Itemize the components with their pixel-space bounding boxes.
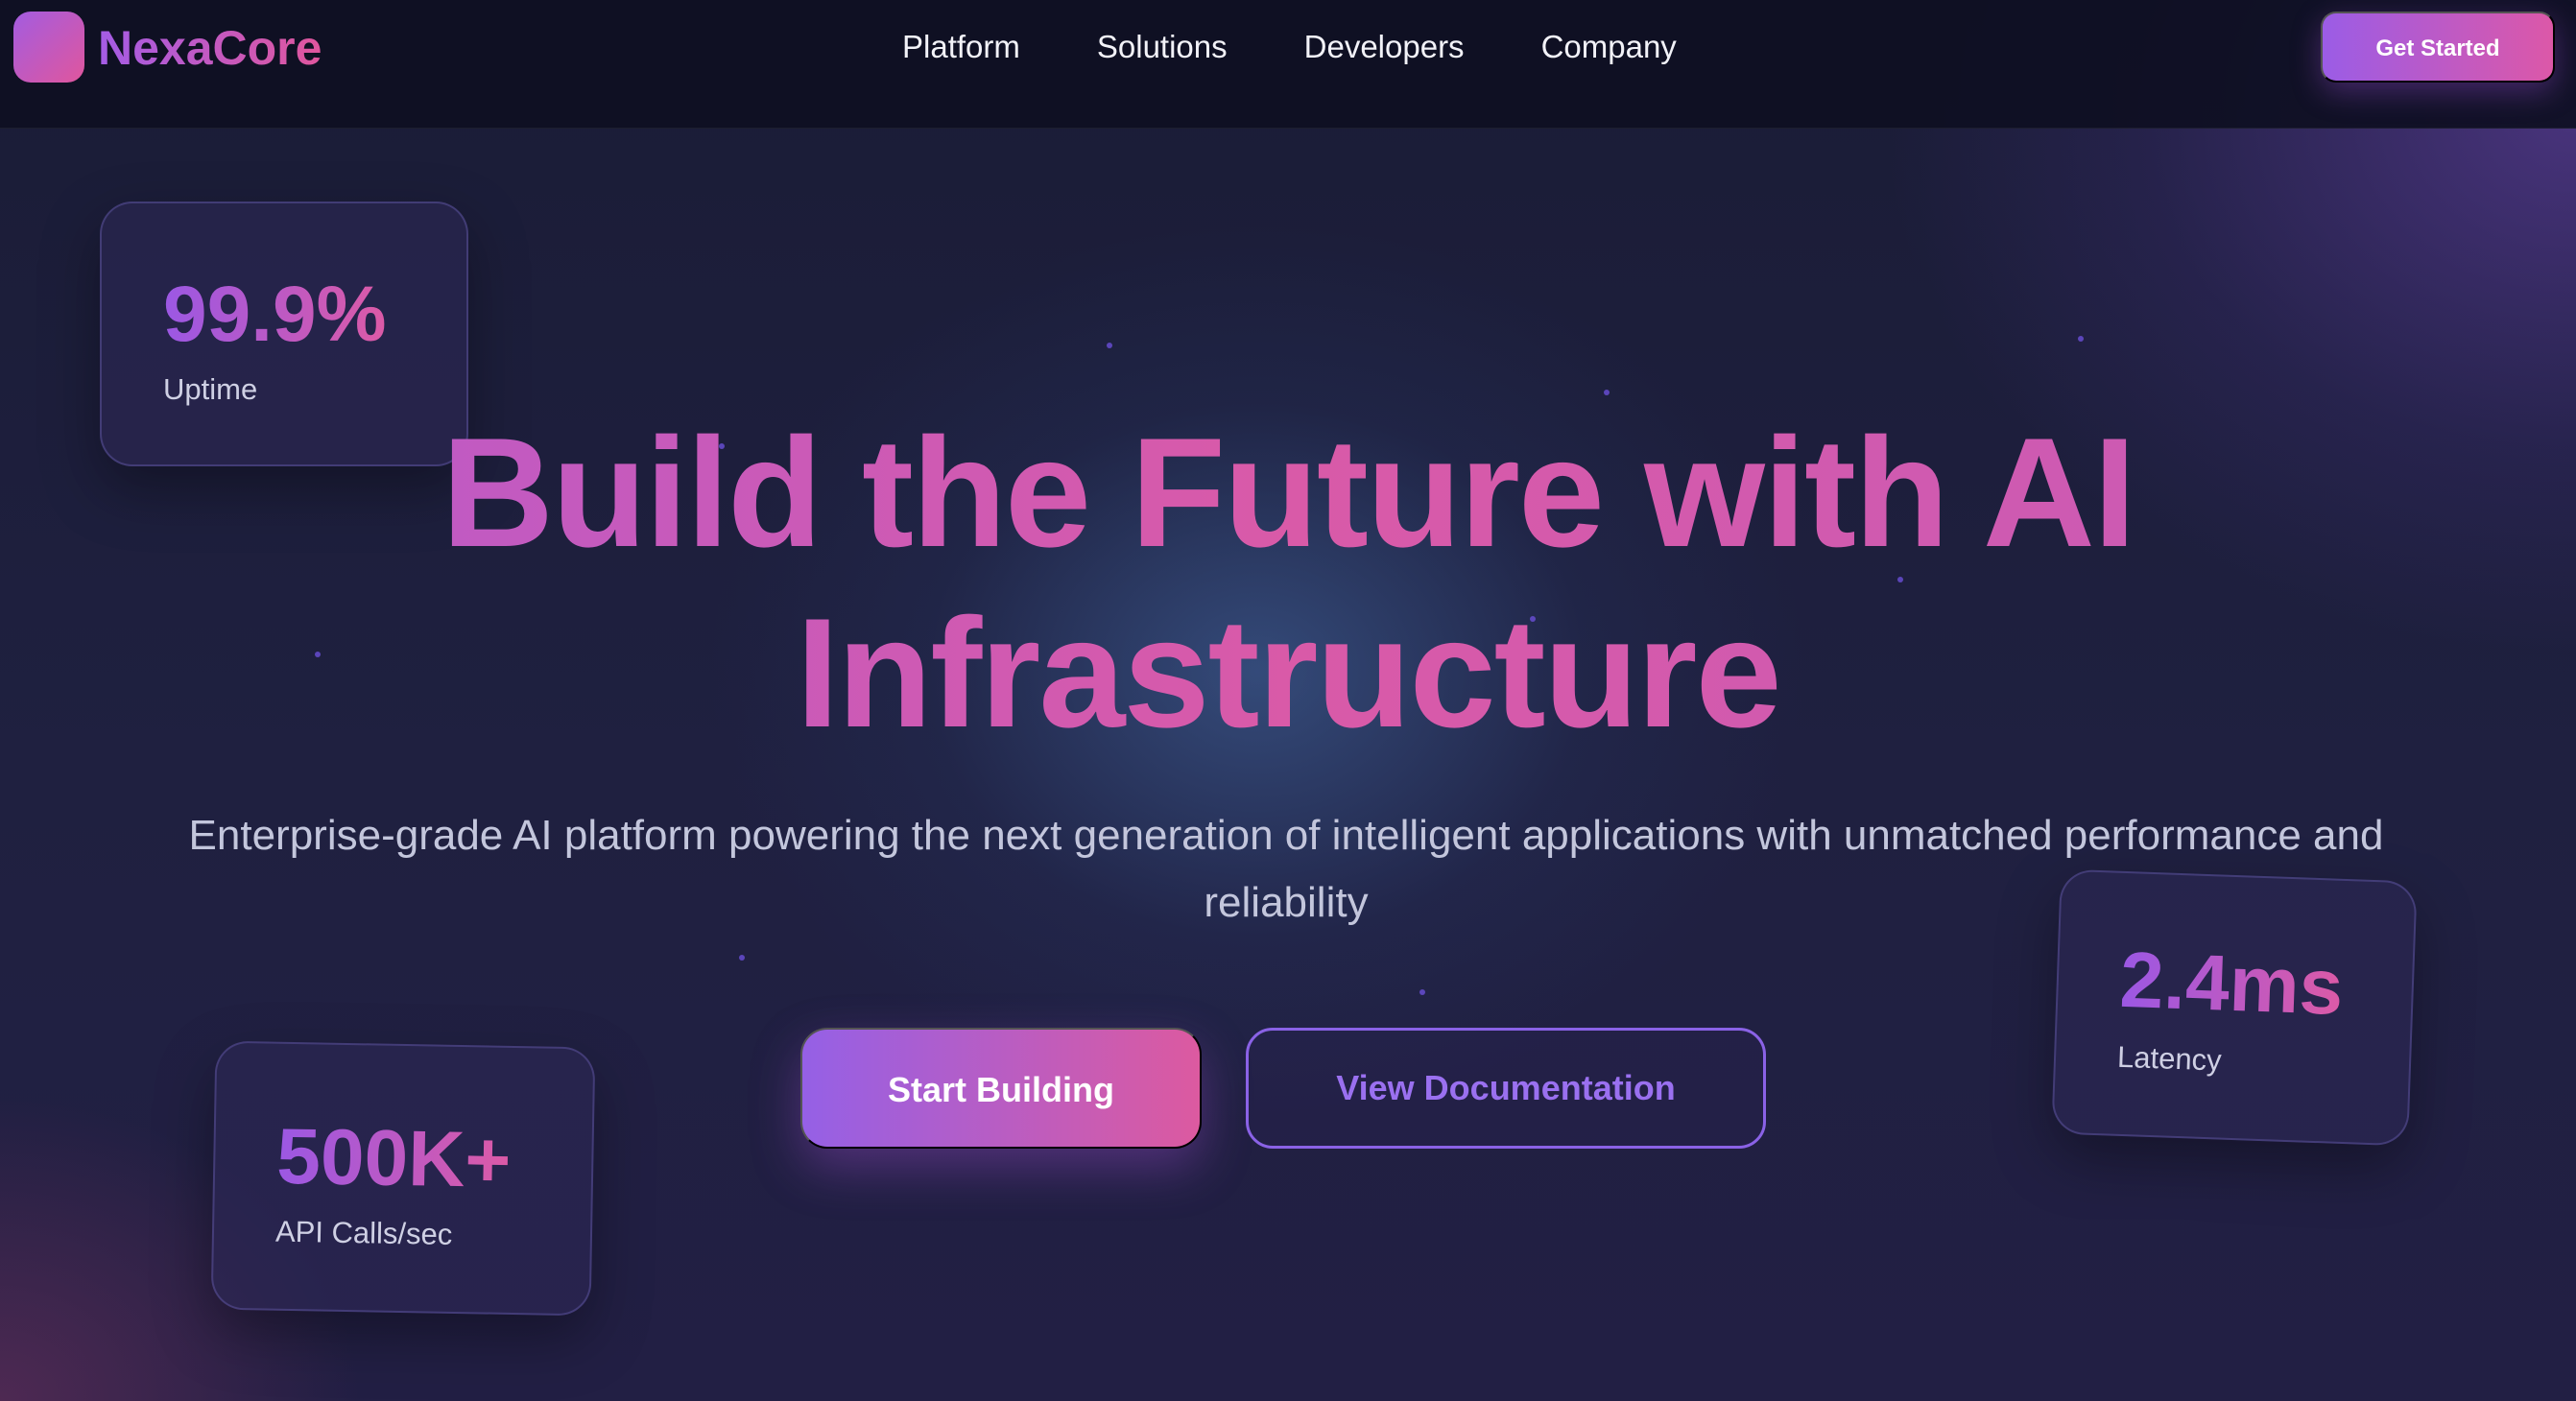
particle-dot bbox=[1107, 343, 1112, 348]
hero-subtitle-line1: Enterprise-grade AI platform powering th… bbox=[188, 812, 2384, 859]
nav-link-company[interactable]: Company bbox=[1541, 0, 1677, 94]
particle-dot bbox=[2078, 336, 2084, 342]
stat-card-api-calls: 500K+ API Calls/sec bbox=[210, 1040, 596, 1317]
stat-value: 99.9% bbox=[163, 269, 387, 361]
view-documentation-button[interactable]: View Documentation bbox=[1246, 1028, 1766, 1149]
top-navbar: NexaCore Platform Solutions Developers C… bbox=[0, 0, 2576, 129]
nav-link-platform[interactable]: Platform bbox=[902, 0, 1020, 94]
hero-title-line1: Build the Future with AI bbox=[441, 406, 2135, 580]
particle-dot bbox=[1604, 390, 1610, 395]
logo-icon[interactable] bbox=[13, 12, 84, 83]
stat-value: 500K+ bbox=[276, 1111, 513, 1207]
particle-dot bbox=[1419, 989, 1425, 995]
hero-title-line2: Infrastructure bbox=[796, 586, 1780, 760]
nav-link-solutions[interactable]: Solutions bbox=[1097, 0, 1228, 94]
hero-subtitle: Enterprise-grade AI platform powering th… bbox=[182, 802, 2390, 937]
start-building-button[interactable]: Start Building bbox=[800, 1028, 1202, 1149]
get-started-button[interactable]: Get Started bbox=[2321, 12, 2555, 83]
nav-links: Platform Solutions Developers Company bbox=[902, 0, 1753, 94]
stat-value: 2.4ms bbox=[2118, 935, 2345, 1034]
stat-label: Latency bbox=[2116, 1039, 2223, 1078]
hero-subtitle-line2: reliability bbox=[1204, 879, 1369, 926]
brand-name[interactable]: NexaCore bbox=[98, 15, 322, 81]
particle-dot bbox=[739, 955, 745, 961]
stat-label: API Calls/sec bbox=[274, 1214, 453, 1251]
hero-title: Build the Future with AI Infrastructure bbox=[0, 403, 2576, 764]
nav-link-developers[interactable]: Developers bbox=[1304, 0, 1465, 94]
